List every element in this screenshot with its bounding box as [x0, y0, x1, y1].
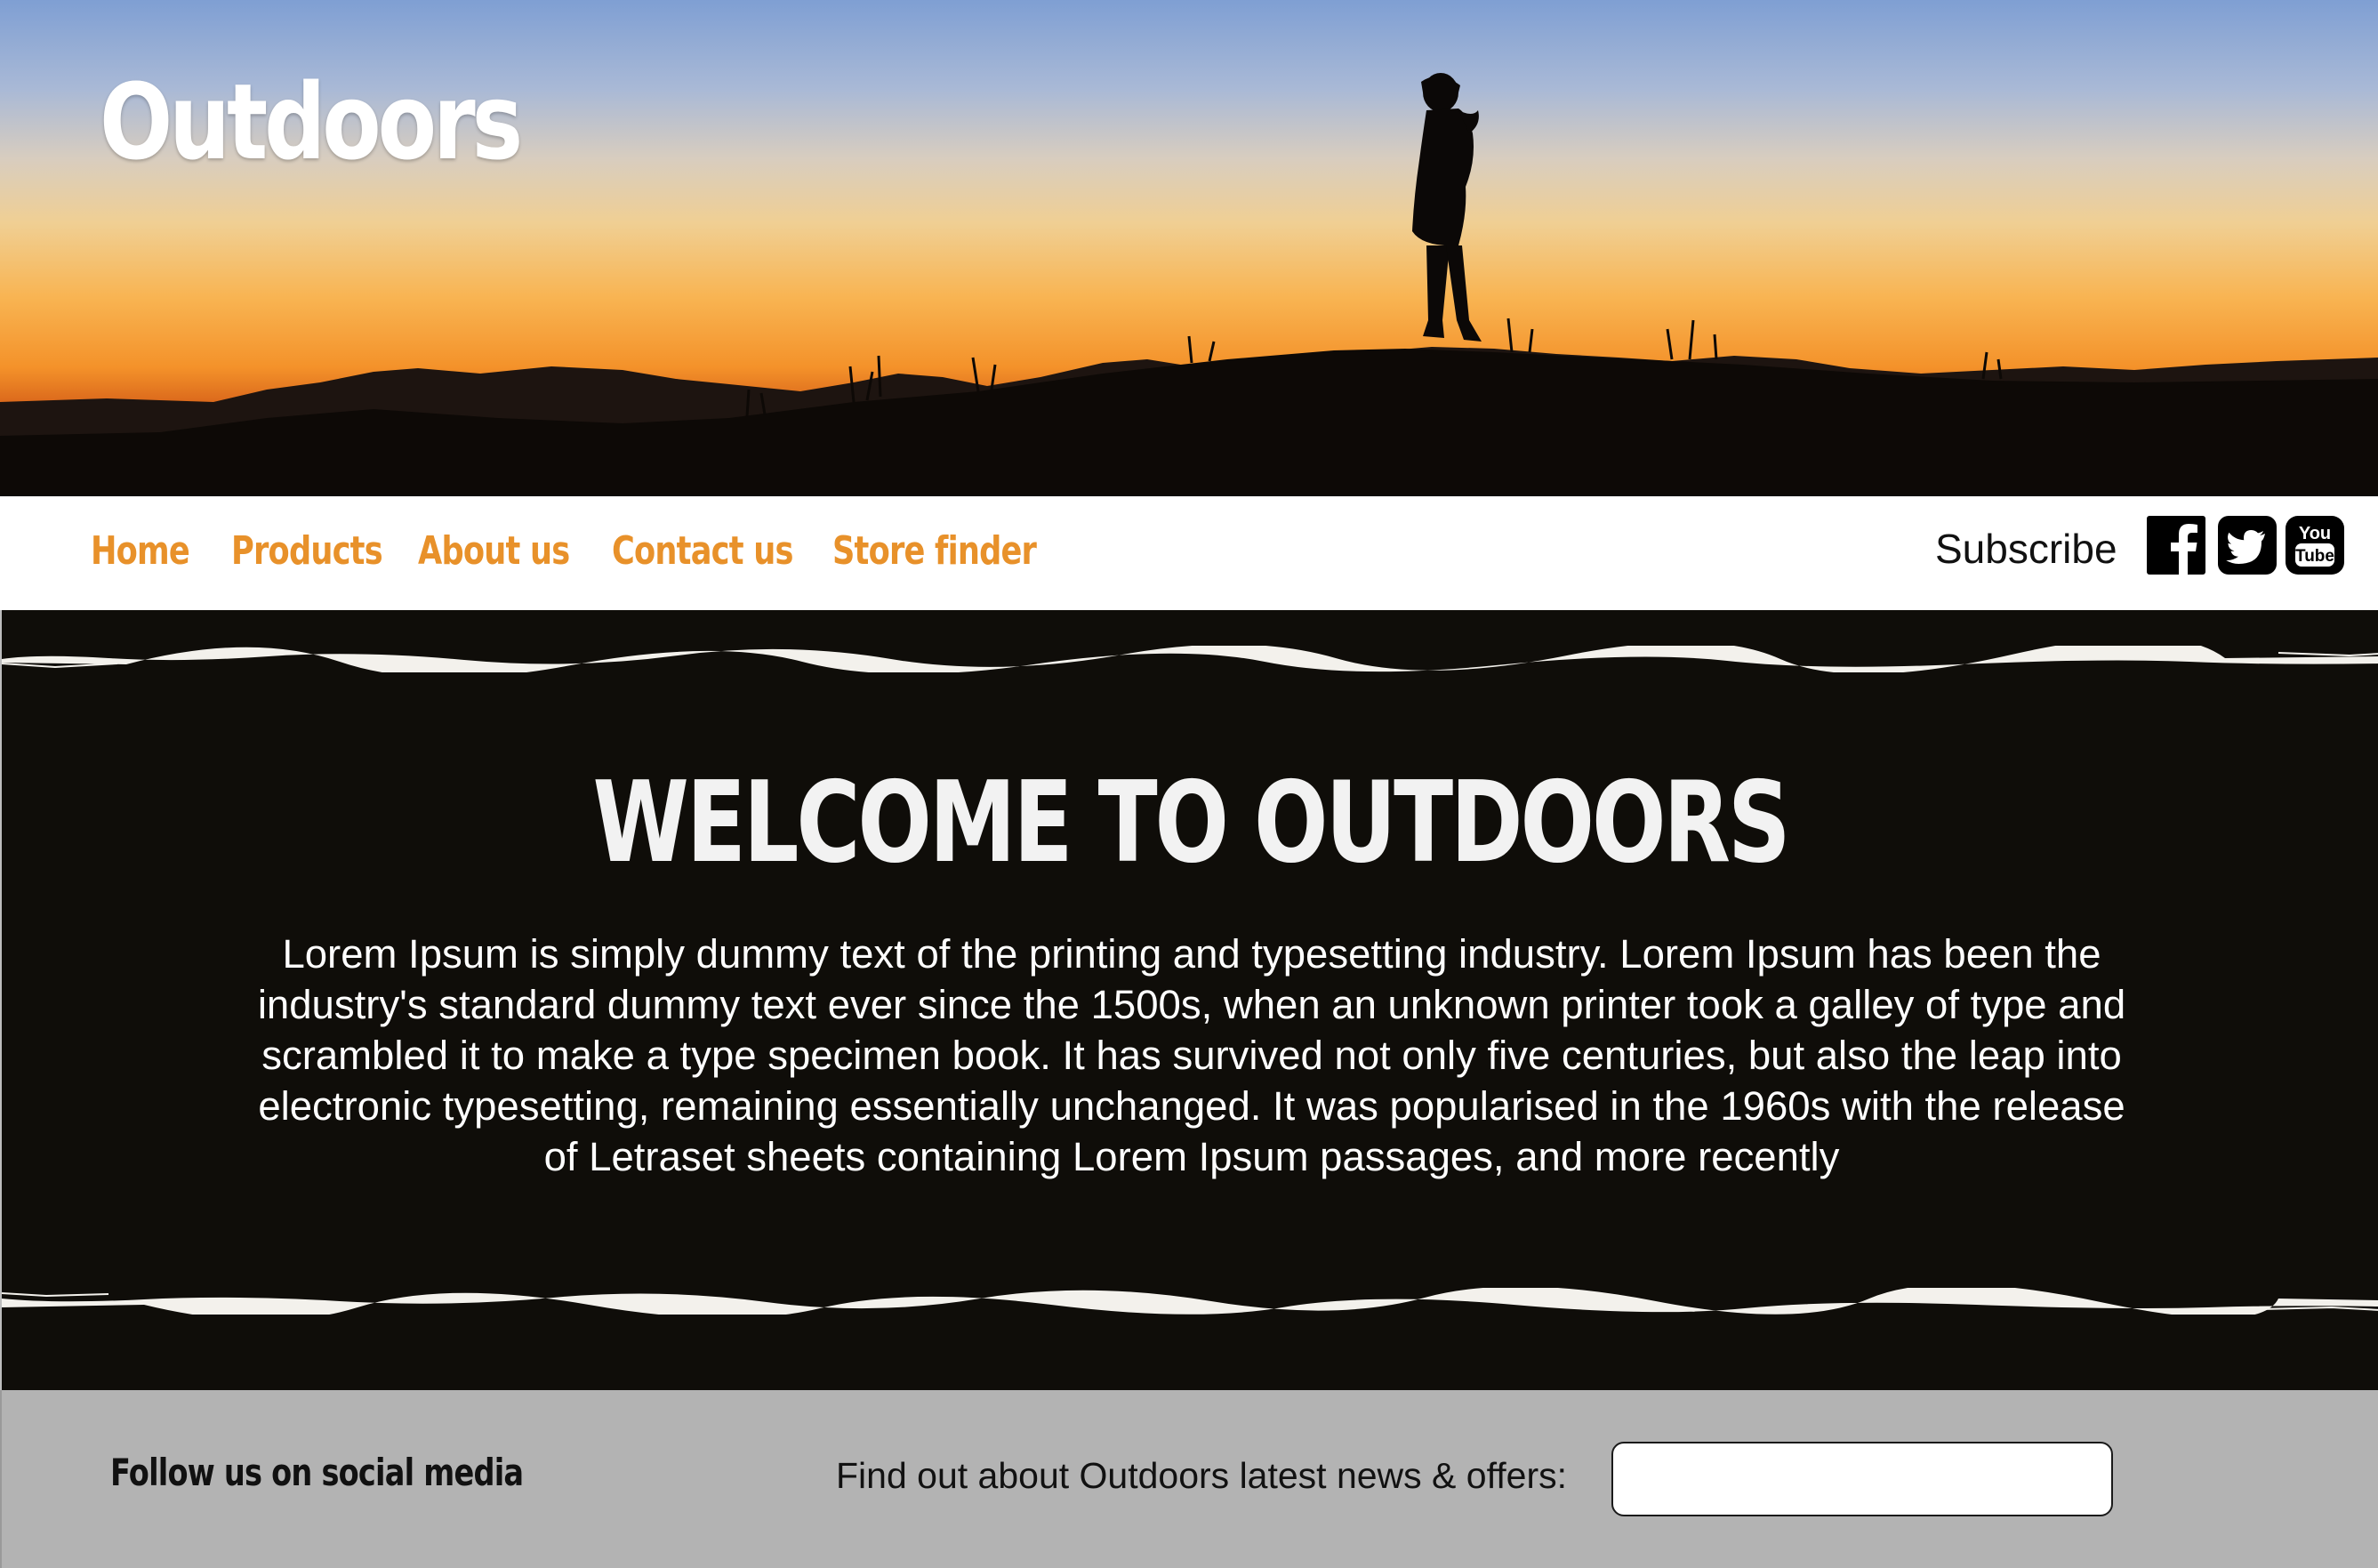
footer: Follow us on social media Find out about… [0, 1390, 2378, 1568]
welcome-section: WELCOME TO OUTDOORS Lorem Ipsum is simpl… [0, 610, 2378, 1390]
nav-products[interactable]: Products [231, 528, 383, 575]
youtube-you-text: You [2299, 524, 2331, 543]
brand-logo[interactable]: Outdoors [100, 69, 523, 174]
nav-store-finder[interactable]: Store finder [832, 528, 1037, 575]
brush-stroke-bottom-divider [2, 1288, 2378, 1315]
twitter-icon[interactable] [2218, 516, 2277, 575]
follow-social-label: Follow us on social media [110, 1451, 524, 1494]
main-navigation: Home Products About us Contact us Store … [0, 496, 2378, 610]
subscribe-label[interactable]: Subscribe [1935, 525, 2117, 574]
youtube-icon[interactable]: You Tube [2286, 516, 2344, 575]
welcome-heading: WELCOME TO OUTDOORS [592, 757, 1791, 888]
nav-contact-us[interactable]: Contact us [612, 528, 793, 575]
newsletter-email-input[interactable] [1611, 1442, 2113, 1516]
youtube-tube-text: Tube [2295, 547, 2334, 566]
nav-about-us[interactable]: About us [418, 528, 570, 575]
hero-banner: Outdoors [0, 0, 2378, 496]
welcome-body-text: Lorem Ipsum is simply dummy text of the … [257, 931, 2126, 1179]
newsletter-label: Find out about Outdoors latest news & of… [836, 1455, 1567, 1496]
brush-stroke-top-divider [2, 646, 2378, 672]
nav-home[interactable]: Home [91, 528, 190, 575]
facebook-icon[interactable] [2147, 516, 2205, 575]
